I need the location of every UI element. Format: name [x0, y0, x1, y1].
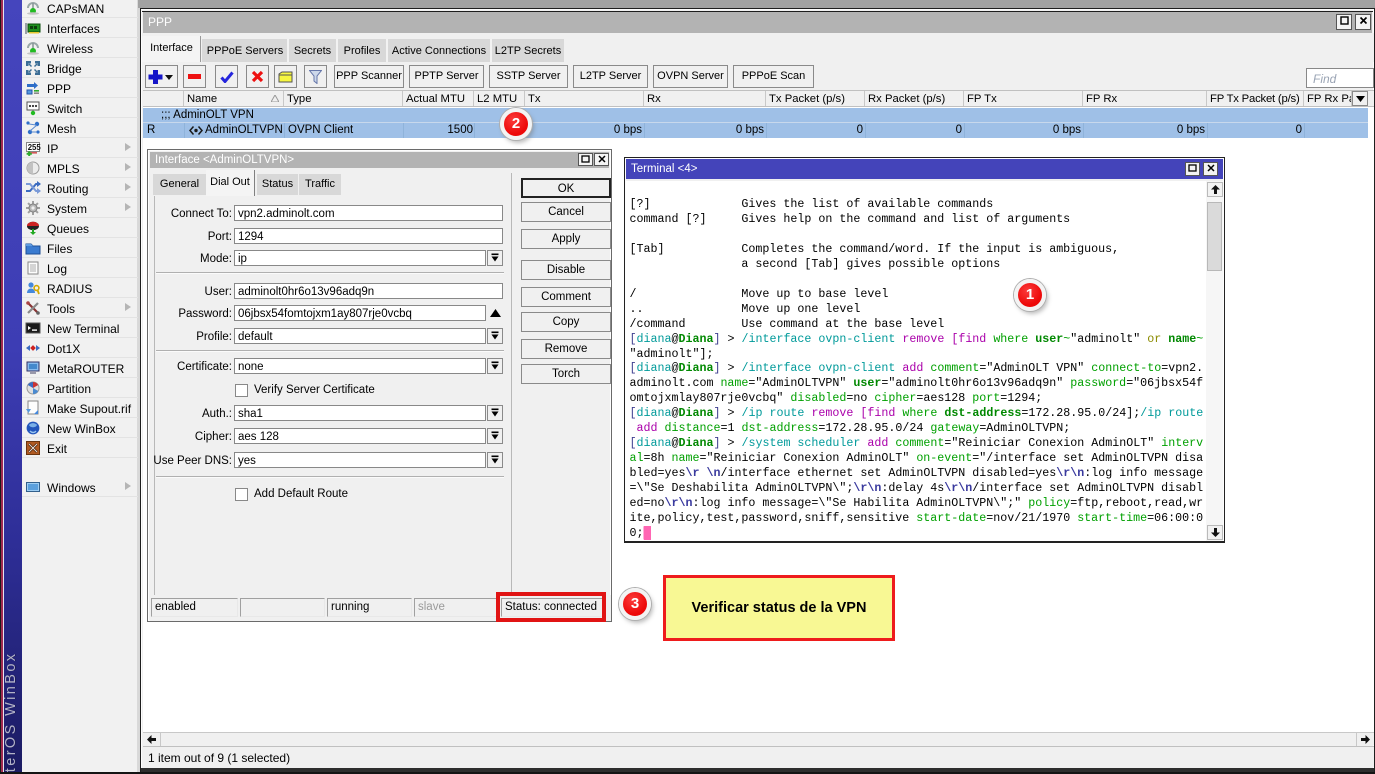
svg-text:255: 255: [28, 143, 41, 152]
